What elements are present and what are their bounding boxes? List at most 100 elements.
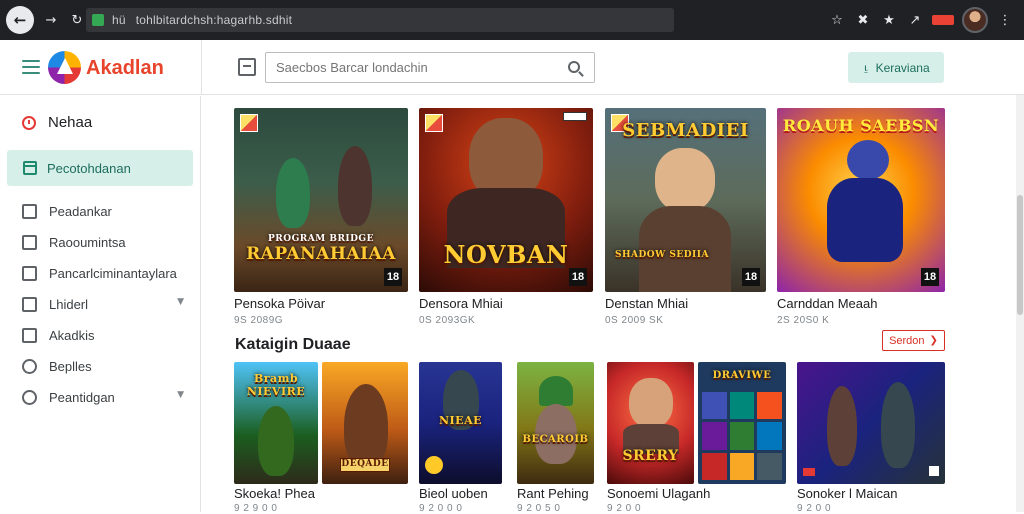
lock-icon	[92, 14, 104, 26]
app-header: Akadlan ⍸ Keraviana	[0, 40, 1024, 95]
game-cover-image[interactable]: BECAROIB	[517, 362, 594, 484]
share-icon[interactable]: ↗	[906, 11, 924, 29]
circle-icon	[22, 389, 37, 405]
browser-toolbar: ← → ↻ hü tohlbitardchsh:hagarhb.sdhit ☆ …	[0, 0, 1024, 40]
sidebar-item-7[interactable]: Peantidgan ▼	[22, 387, 192, 407]
character-face	[629, 378, 673, 428]
sidebar-item-4[interactable]: Lhiderl ▼	[22, 294, 192, 314]
search-input[interactable]	[276, 60, 556, 75]
edit-icon	[22, 296, 37, 312]
chevron-down-icon[interactable]: ▼	[177, 297, 184, 307]
cover-subtitle: PROGRAM BRIDGE	[268, 234, 374, 244]
menu-dots-icon[interactable]: ⋮	[996, 11, 1014, 29]
game-title[interactable]: Skoeka! Phea	[234, 486, 315, 501]
bookmark-star-icon[interactable]: ★	[880, 11, 898, 29]
game-card-5[interactable]: SRERY Sonoemi Ulaganh 9 2 0 0	[607, 362, 710, 514]
game-title[interactable]: Densora Mhiai	[419, 296, 503, 311]
see-all-button[interactable]: Serdon ❯	[882, 330, 945, 351]
game-cover-image[interactable]: SEBMADIEI SHADOW SEDIIA 18	[605, 108, 766, 292]
game-title[interactable]: Bieol uoben	[419, 486, 488, 501]
age-rating-badge: 18	[742, 268, 760, 286]
platform-badge	[563, 112, 587, 121]
game-cover-image[interactable]: ROAUH SAEBSN 18	[777, 108, 945, 292]
game-title[interactable]: Rant Pehing	[517, 486, 589, 501]
app-logo[interactable]	[48, 51, 81, 84]
game-card-6[interactable]: DRAVIWE	[698, 362, 786, 484]
character-helmet	[847, 140, 889, 180]
game-meta: 9 2 0 0	[797, 503, 832, 514]
game-cover-image[interactable]	[797, 362, 945, 484]
featured-card-4[interactable]: ROAUH SAEBSN 18 Carnddan Meaah 2S 20S0 K	[777, 108, 945, 326]
sidebar-item-6[interactable]: Beplles	[22, 356, 192, 376]
hamburger-menu-icon[interactable]	[22, 60, 40, 74]
sidebar-item-label: Pancarlciminantaylara	[49, 265, 177, 281]
game-title[interactable]: Carnddan Meaah	[777, 296, 877, 311]
character-figure	[344, 384, 388, 468]
sidebar-heading[interactable]: Nehaa	[22, 114, 92, 131]
search-icon[interactable]	[568, 61, 580, 73]
forward-arrow-icon[interactable]: →	[38, 7, 64, 33]
see-all-label: Serdon	[889, 334, 925, 347]
game-meta: 9 2 0 0	[607, 503, 642, 514]
game-cover-image[interactable]: SRERY	[607, 362, 694, 484]
search-box[interactable]	[265, 52, 595, 83]
chevron-right-icon: ❯	[929, 335, 938, 346]
age-rating-badge: 18	[921, 268, 939, 286]
game-card-7[interactable]: Sonoker l Maican 9 2 0 0	[797, 362, 945, 514]
game-card-4[interactable]: BECAROIB Rant Pehing 9 2 0 5 0	[517, 362, 594, 514]
character-body	[639, 206, 731, 292]
cover-subtitle: SHADOW SEDIIA	[615, 250, 709, 260]
game-title[interactable]: Denstan Mhiai	[605, 296, 688, 311]
game-cover-image[interactable]: Bramb NIEVIRE	[234, 362, 318, 484]
chevron-down-icon[interactable]: ▼	[177, 390, 184, 400]
game-card-2[interactable]: DEQADE	[322, 362, 408, 512]
game-title[interactable]: Pensoka Pöivar	[234, 296, 325, 311]
header-action-label: Keraviana	[875, 60, 930, 75]
sidebar-item-label: Lhiderl	[49, 296, 89, 312]
scrollbar-thumb[interactable]	[1017, 195, 1023, 315]
sidebar-item-2[interactable]: Raooumintsa	[22, 232, 192, 252]
game-card-1[interactable]: Bramb NIEVIRE Skoeka! Phea 9 2 9 0 0	[234, 362, 318, 514]
extensions-icon[interactable]: ✖	[854, 11, 872, 29]
character-helmet	[539, 376, 573, 406]
game-cover-image[interactable]: PROGRAM BRIDGE RAPANAHAIAA 18	[234, 108, 408, 292]
bell-icon: ⍸	[862, 60, 870, 74]
library-icon[interactable]	[238, 58, 256, 76]
age-rating-badge: 18	[384, 268, 402, 286]
image-icon	[22, 234, 37, 250]
app-name[interactable]: Akadlan	[86, 57, 164, 80]
folder-icon	[22, 327, 37, 343]
coin-icon	[425, 456, 443, 474]
featured-card-2[interactable]: NOVBAN 18 Densora Mhiai 0S 2093GK	[419, 108, 593, 326]
sidebar-item-1[interactable]: Peadankar	[22, 201, 192, 221]
back-arrow-icon[interactable]: ←	[6, 6, 34, 34]
featured-card-1[interactable]: PROGRAM BRIDGE RAPANAHAIAA 18 Pensoka Pö…	[234, 108, 408, 326]
document-icon	[22, 265, 37, 281]
game-title[interactable]: Sonoemi Ulaganh	[607, 486, 710, 501]
game-title[interactable]: Sonoker l Maican	[797, 486, 897, 501]
sidebar-item-active[interactable]: Pecotohdanan	[7, 150, 193, 186]
header-action-button[interactable]: ⍸ Keraviana	[848, 52, 944, 83]
address-bar[interactable]: hü tohlbitardchsh:hagarhb.sdhit	[86, 8, 674, 32]
game-cover-image[interactable]: NOVBAN 18	[419, 108, 593, 292]
profile-avatar[interactable]	[962, 7, 988, 33]
notification-badge[interactable]	[932, 15, 954, 25]
star-icon[interactable]: ☆	[828, 11, 846, 29]
sidebar-item-label: Beplles	[49, 358, 92, 374]
sidebar-heading-label: Nehaa	[48, 114, 93, 131]
sidebar-item-3[interactable]: Pancarlciminantaylara	[22, 263, 192, 283]
game-cover-image[interactable]: NIEAE	[419, 362, 502, 484]
age-rating-badge: 18	[569, 268, 587, 286]
checkbox-icon	[22, 203, 37, 219]
calendar-icon	[23, 161, 37, 175]
featured-card-3[interactable]: SEBMADIEI SHADOW SEDIIA 18 Denstan Mhiai…	[605, 108, 766, 326]
sidebar-item-5[interactable]: Akadkis	[22, 325, 192, 345]
url-text: tohlbitardchsh:hagarhb.sdhit	[135, 13, 293, 27]
character-body	[827, 178, 903, 262]
game-cover-image[interactable]: DEQADE	[322, 362, 408, 484]
game-cover-image[interactable]: DRAVIWE	[698, 362, 786, 484]
game-meta: 9 2 0 5 0	[517, 503, 561, 514]
scrollbar[interactable]	[1016, 95, 1024, 512]
sidebar-item-label: Peadankar	[49, 203, 112, 219]
game-card-3[interactable]: NIEAE Bieol uoben 9 2 0 0 0	[419, 362, 502, 514]
